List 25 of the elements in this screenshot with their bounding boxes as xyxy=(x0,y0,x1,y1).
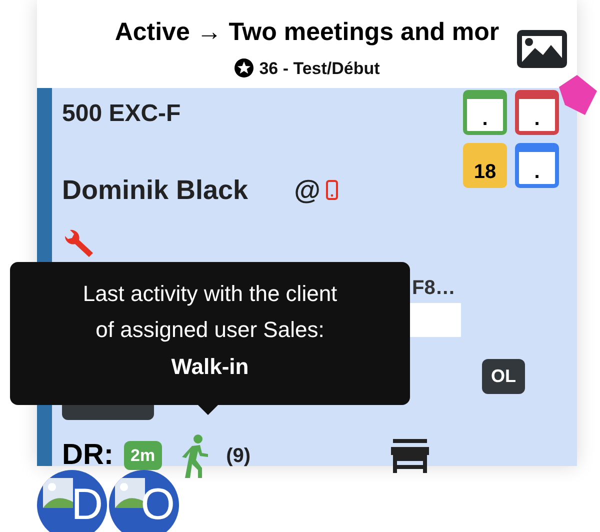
product-details: F8… xyxy=(412,276,456,300)
store-icon[interactable] xyxy=(390,438,429,472)
wrench-icon xyxy=(62,228,96,258)
avatar[interactable]: D xyxy=(37,470,107,532)
calendar-icon[interactable]: . xyxy=(463,90,507,135)
walking-person-icon[interactable] xyxy=(180,434,210,478)
calendar-icon[interactable]: . xyxy=(515,90,559,135)
subtitle: 36 - Test/Début xyxy=(259,58,380,80)
client-name: Dominik Black xyxy=(62,174,248,207)
calendar-icon[interactable]: . xyxy=(515,143,559,188)
input-field[interactable] xyxy=(410,302,461,336)
status-badge: OL xyxy=(482,358,525,394)
calendar-icon[interactable]: 18 xyxy=(463,143,507,188)
dr-label: DR: xyxy=(62,438,114,473)
tooltip-text: Walk-in xyxy=(171,352,249,381)
email-symbol[interactable]: @ xyxy=(294,170,320,210)
column-title: Active → Two meetings and mor xyxy=(114,17,500,48)
tooltip-text: Last activity with the client xyxy=(82,280,338,308)
time-badge: 2m xyxy=(124,440,162,470)
phone-icon[interactable] xyxy=(326,180,338,200)
image-icon[interactable] xyxy=(517,30,567,68)
activity-count: (9) xyxy=(226,444,251,468)
product-code: 500 EXC-F xyxy=(62,99,181,129)
avatar[interactable]: O xyxy=(109,470,179,532)
tooltip-text: of assigned user Sales: xyxy=(96,316,324,344)
